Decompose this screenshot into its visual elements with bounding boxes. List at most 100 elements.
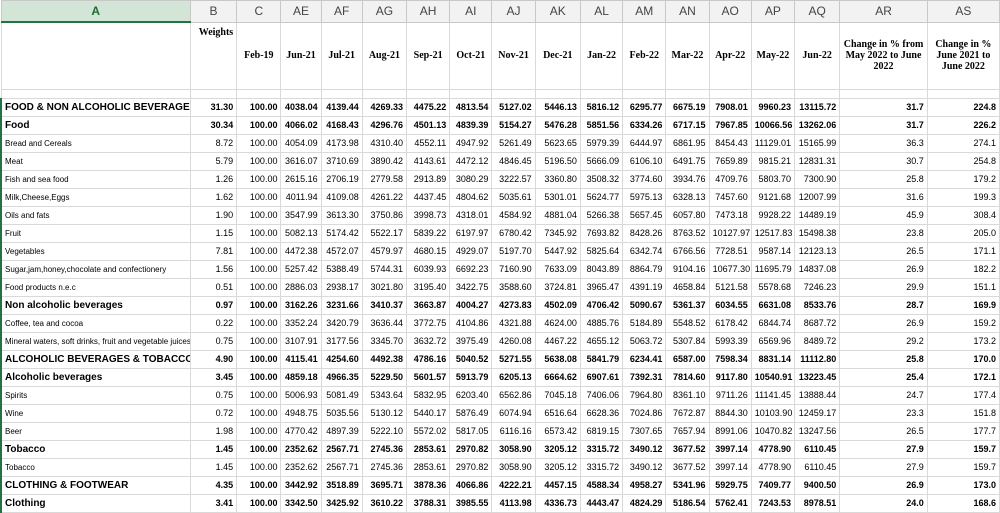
index-value-cell[interactable]: 100.00 xyxy=(236,133,282,153)
change-year-cell[interactable]: 159.2 xyxy=(926,313,1000,333)
index-value-cell[interactable]: 7045.18 xyxy=(534,385,581,405)
index-value-cell[interactable]: 7406.06 xyxy=(579,385,624,405)
index-value-cell[interactable]: 100.00 xyxy=(236,313,282,333)
index-value-cell[interactable]: 5261.49 xyxy=(491,133,536,153)
column-header-al[interactable]: AL xyxy=(579,0,624,23)
index-value-cell[interactable]: 5440.17 xyxy=(406,403,451,423)
index-value-cell[interactable]: 6334.26 xyxy=(622,115,667,135)
weights-header[interactable]: Weights xyxy=(189,21,238,90)
category-label-cell[interactable]: Bread and Cereals xyxy=(0,133,191,153)
index-value-cell[interactable]: 5271.55 xyxy=(491,349,536,369)
index-value-cell[interactable]: 5876.49 xyxy=(449,403,493,423)
index-value-cell[interactable]: 8844.30 xyxy=(708,403,752,423)
index-value-cell[interactable]: 5803.70 xyxy=(750,169,796,189)
index-value-cell[interactable]: 4143.61 xyxy=(406,151,451,171)
index-value-cell[interactable]: 3425.92 xyxy=(320,493,363,513)
index-value-cell[interactable]: 3518.89 xyxy=(320,475,363,495)
category-label-cell[interactable]: CLOTHING & FOOTWEAR xyxy=(0,475,191,495)
change-year-cell[interactable]: 224.8 xyxy=(926,97,1000,117)
index-value-cell[interactable]: 4321.88 xyxy=(491,313,536,333)
change-year-cell[interactable]: 151.1 xyxy=(926,277,1000,297)
index-value-cell[interactable]: 5447.92 xyxy=(534,241,581,261)
change-year-cell[interactable]: 170.0 xyxy=(926,349,1000,369)
index-value-cell[interactable]: 3107.91 xyxy=(280,331,322,351)
index-value-cell[interactable]: 3442.92 xyxy=(280,475,322,495)
index-value-cell[interactable]: 5446.13 xyxy=(534,97,581,117)
index-value-cell[interactable]: 5229.50 xyxy=(361,367,408,387)
column-header-ag[interactable]: AG xyxy=(361,0,408,23)
category-label-cell[interactable]: Coffee, tea and cocoa xyxy=(0,313,191,333)
index-value-cell[interactable]: 4318.01 xyxy=(449,205,493,225)
empty-cell[interactable] xyxy=(579,88,624,99)
category-label-cell[interactable]: Fish and sea food xyxy=(0,169,191,189)
index-value-cell[interactable]: 2938.17 xyxy=(320,277,363,297)
change-may-cell[interactable]: 45.9 xyxy=(839,205,928,225)
index-value-cell[interactable]: 4254.60 xyxy=(320,349,363,369)
category-label-cell[interactable]: Spirits xyxy=(0,385,191,405)
index-value-cell[interactable]: 7457.60 xyxy=(708,187,752,207)
index-value-cell[interactable]: 5040.52 xyxy=(449,349,493,369)
index-value-cell[interactable]: 5006.93 xyxy=(280,385,322,405)
index-value-cell[interactable]: 6861.95 xyxy=(665,133,710,153)
index-value-cell[interactable]: 5817.05 xyxy=(449,421,493,441)
index-value-cell[interactable]: 4296.76 xyxy=(361,115,408,135)
index-value-cell[interactable]: 9711.26 xyxy=(708,385,752,405)
index-value-cell[interactable]: 100.00 xyxy=(236,439,282,459)
index-value-cell[interactable]: 3998.73 xyxy=(406,205,451,225)
month-header[interactable]: Aug-21 xyxy=(361,21,408,90)
index-value-cell[interactable]: 5832.95 xyxy=(406,385,451,405)
index-value-cell[interactable]: 6717.15 xyxy=(665,115,710,135)
index-value-cell[interactable]: 2886.03 xyxy=(280,277,322,297)
index-value-cell[interactable]: 2706.19 xyxy=(320,169,363,189)
month-header[interactable]: Nov-21 xyxy=(491,21,536,90)
category-label-cell[interactable]: Food products n.e.c xyxy=(0,277,191,297)
month-header[interactable]: Oct-21 xyxy=(449,21,493,90)
index-value-cell[interactable]: 3750.86 xyxy=(361,205,408,225)
column-header-b[interactable]: B xyxy=(189,0,238,23)
index-value-cell[interactable]: 4011.94 xyxy=(280,187,322,207)
index-value-cell[interactable]: 4109.08 xyxy=(320,187,363,207)
index-value-cell[interactable]: 5388.49 xyxy=(320,259,363,279)
empty-cell[interactable] xyxy=(750,88,796,99)
column-header-ar[interactable]: AR xyxy=(839,0,928,23)
index-value-cell[interactable]: 7908.01 xyxy=(708,97,752,117)
empty-cell[interactable] xyxy=(665,88,710,99)
index-value-cell[interactable]: 3345.70 xyxy=(361,331,408,351)
weight-cell[interactable]: 0.22 xyxy=(189,313,238,333)
empty-cell[interactable] xyxy=(280,88,322,99)
index-value-cell[interactable]: 3997.14 xyxy=(708,439,752,459)
index-value-cell[interactable]: 100.00 xyxy=(236,205,282,225)
index-value-cell[interactable]: 6203.40 xyxy=(449,385,493,405)
weight-cell[interactable]: 4.35 xyxy=(189,475,238,495)
index-value-cell[interactable]: 3205.12 xyxy=(534,457,581,477)
index-value-cell[interactable]: 4804.62 xyxy=(449,187,493,207)
index-value-cell[interactable]: 12007.99 xyxy=(793,187,841,207)
index-value-cell[interactable]: 3162.26 xyxy=(280,295,322,315)
index-value-cell[interactable]: 4443.47 xyxy=(579,493,624,513)
index-value-cell[interactable]: 100.00 xyxy=(236,457,282,477)
index-value-cell[interactable]: 6205.13 xyxy=(491,367,536,387)
index-value-cell[interactable]: 6110.45 xyxy=(793,439,841,459)
index-value-cell[interactable]: 4624.00 xyxy=(534,313,581,333)
index-value-cell[interactable]: 3177.56 xyxy=(320,331,363,351)
weight-cell[interactable]: 5.79 xyxy=(189,151,238,171)
index-value-cell[interactable]: 6444.97 xyxy=(622,133,667,153)
index-value-cell[interactable]: 2615.16 xyxy=(280,169,322,189)
index-value-cell[interactable]: 5184.89 xyxy=(622,313,667,333)
index-value-cell[interactable]: 6844.74 xyxy=(750,313,796,333)
index-value-cell[interactable]: 5197.70 xyxy=(491,241,536,261)
index-value-cell[interactable]: 9815.21 xyxy=(750,151,796,171)
index-value-cell[interactable]: 3985.55 xyxy=(449,493,493,513)
index-value-cell[interactable]: 6573.42 xyxy=(534,421,581,441)
index-value-cell[interactable]: 3315.72 xyxy=(579,439,624,459)
index-value-cell[interactable]: 6110.45 xyxy=(793,457,841,477)
index-value-cell[interactable]: 6039.93 xyxy=(406,259,451,279)
category-label-cell[interactable]: Vegetables xyxy=(0,241,191,261)
index-value-cell[interactable]: 4572.07 xyxy=(320,241,363,261)
change-may-cell[interactable]: 27.9 xyxy=(839,439,928,459)
month-header[interactable]: Jul-21 xyxy=(320,21,363,90)
index-value-cell[interactable]: 100.00 xyxy=(236,367,282,387)
index-value-cell[interactable]: 4222.21 xyxy=(491,475,536,495)
weight-cell[interactable]: 1.90 xyxy=(189,205,238,225)
index-value-cell[interactable]: 5082.13 xyxy=(280,223,322,243)
